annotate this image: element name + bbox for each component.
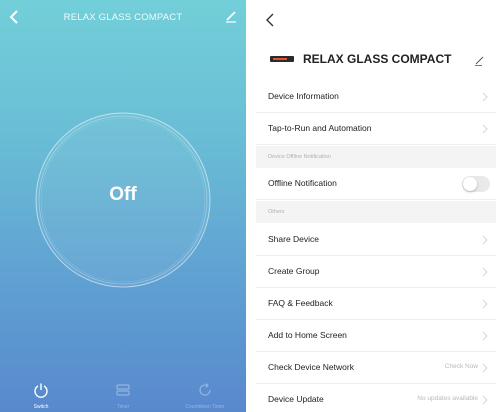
create-group-row[interactable]: Create Group [256,256,496,288]
chevron-right-icon [482,124,488,134]
others-section-label: Others [268,209,285,215]
add-home-screen-row[interactable]: Add to Home Screen [256,320,496,352]
tap-to-run-row[interactable]: Tap-to-Run and Automation [256,113,496,145]
device-title: RELAX GLASS COMPACT [63,12,183,23]
check-network-row[interactable]: Check Device Network Check Now [256,352,496,384]
countdown-icon [199,383,211,396]
tab-switch-label: Switch [33,404,49,410]
tab-timer-label: Timer [116,404,130,410]
edit-icon[interactable] [224,9,238,23]
faq-feedback-row[interactable]: FAQ & Feedback [256,288,496,320]
power-state-label[interactable]: Off [34,184,212,206]
device-update-row[interactable]: Device Update No updates available [256,384,496,412]
offline-notification-row: Offline Notification [256,168,496,200]
check-network-label: Check Device Network [268,362,354,372]
faq-feedback-label: FAQ & Feedback [268,298,333,308]
timer-icon [116,384,130,396]
share-device-label: Share Device [268,234,320,244]
chevron-right-icon [482,92,488,102]
chevron-right-icon [482,363,488,373]
chevron-right-icon [482,331,488,341]
offline-section-header: Device Offline Notification [256,146,496,168]
device-settings-screen: RELAX GLASS COMPACT Device Information T… [256,0,496,412]
tab-timer[interactable]: Timer [82,374,164,412]
chevron-right-icon [482,267,488,277]
tap-to-run-label: Tap-to-Run and Automation [268,123,372,133]
tab-countdown-label: Countdown Timer [185,404,225,410]
tab-countdown[interactable]: Countdown Timer [164,374,246,412]
offline-notification-toggle[interactable] [462,176,490,192]
device-name: RELAX GLASS COMPACT [303,52,452,66]
device-information-row[interactable]: Device Information [256,81,496,113]
device-header-row[interactable]: RELAX GLASS COMPACT [256,44,496,76]
device-update-label: Device Update [268,394,324,404]
device-control-screen: RELAX GLASS COMPACT Off Switch Timer Cou… [0,0,246,412]
bottom-tab-bar: Switch Timer Countdown Timer [0,374,246,412]
back-arrow-icon[interactable] [7,9,23,25]
update-status-text: No updates available [417,395,478,402]
offline-section-label: Device Offline Notification [268,154,331,160]
tab-switch[interactable]: Switch [0,374,82,412]
chevron-right-icon [482,299,488,309]
others-section-header: Others [256,201,496,223]
create-group-label: Create Group [268,266,320,276]
edit-name-icon[interactable] [474,54,486,66]
check-now-link[interactable]: Check Now [445,363,478,370]
power-icon [34,383,48,398]
back-arrow-icon[interactable] [264,12,278,28]
toggle-knob [463,177,477,191]
share-device-row[interactable]: Share Device [256,224,496,256]
offline-notification-label: Offline Notification [268,178,337,188]
add-home-screen-label: Add to Home Screen [268,330,347,340]
device-information-label: Device Information [268,91,339,101]
heater-device-image [270,56,294,62]
chevron-right-icon [482,395,488,405]
chevron-right-icon [482,235,488,245]
